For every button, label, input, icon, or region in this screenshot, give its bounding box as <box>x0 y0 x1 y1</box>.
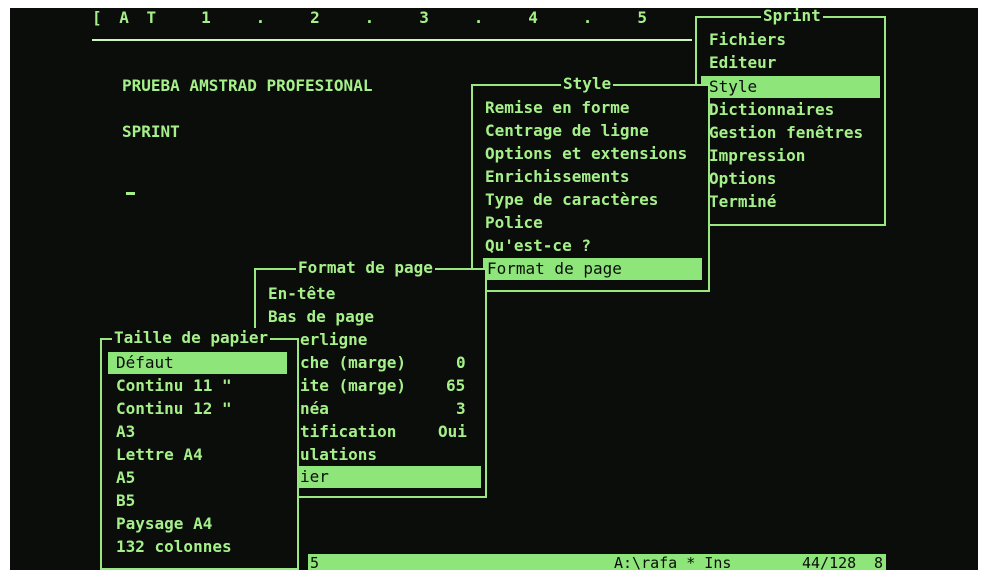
paper-item-continu-11[interactable]: Continu 11 " <box>116 376 232 396</box>
format-item-bas-de-page[interactable]: Bas de page <box>268 307 374 327</box>
paper-item-a3[interactable]: A3 <box>116 422 135 442</box>
format-item-justification[interactable]: tification <box>300 422 396 442</box>
format-menu-title: Format de page <box>296 258 435 277</box>
format-item-marge-gauche[interactable]: che (marge) <box>300 353 406 373</box>
taille-de-papier-menu: Taille de papier Défaut Continu 11 " Con… <box>100 328 299 570</box>
style-menu: Style Remise en forme Centrage de ligne … <box>471 74 710 292</box>
status-position: 44/128 <box>802 554 857 570</box>
format-value-justification: Oui <box>438 422 467 441</box>
menu-item-termine[interactable]: Terminé <box>709 192 776 212</box>
menu-item-remise-en-forme[interactable]: Remise en forme <box>485 98 630 118</box>
paper-item-defaut[interactable]: Défaut <box>116 353 174 373</box>
menu-item-editeur[interactable]: Editeur <box>709 53 776 73</box>
menu-item-style[interactable]: Style <box>709 77 757 97</box>
style-menu-title: Style <box>561 74 614 93</box>
menu-item-dictionnaires[interactable]: Dictionnaires <box>709 100 834 120</box>
ruler-underline <box>92 39 692 41</box>
menu-item-type-de-caracteres[interactable]: Type de caractères <box>485 190 658 210</box>
format-item-en-tete[interactable]: En-tête <box>268 284 335 304</box>
format-value-marge-droite: 65 <box>446 376 466 395</box>
paper-item-b5[interactable]: B5 <box>116 491 135 511</box>
menu-item-fichiers[interactable]: Fichiers <box>709 30 786 50</box>
terminal-screen: [ A T 1 . 2 . 3 . 4 . 5 . PRUEBA AMSTRAD… <box>10 8 978 570</box>
menu-item-quest-ce[interactable]: Qu'est-ce ? <box>485 236 591 256</box>
paper-item-paysage-a4[interactable]: Paysage A4 <box>116 514 212 534</box>
menu-item-options[interactable]: Options <box>709 169 776 189</box>
status-left: 5 <box>310 554 320 570</box>
status-right: 8 <box>874 554 884 570</box>
status-bar: 5 A:\rafa * Ins 44/128 8 <box>308 554 886 570</box>
format-value-alinea: 3 <box>456 399 466 418</box>
menu-item-centrage-de-ligne[interactable]: Centrage de ligne <box>485 121 649 141</box>
paper-item-a5[interactable]: A5 <box>116 468 135 488</box>
format-item-interligne[interactable]: erligne <box>300 330 367 350</box>
ruler: [ A T 1 . 2 . 3 . 4 . 5 . <box>92 8 706 27</box>
paper-item-132-colonnes[interactable]: 132 colonnes <box>116 537 232 557</box>
format-item-alinea[interactable]: néa <box>300 399 329 419</box>
menu-item-format-de-page[interactable]: Format de page <box>487 259 622 279</box>
format-item-tabulations[interactable]: ulations <box>300 445 377 465</box>
menu-item-options-et-extensions[interactable]: Options et extensions <box>485 144 687 164</box>
document-line-1: PRUEBA AMSTRAD PROFESIONAL <box>122 76 373 95</box>
format-item-papier[interactable]: ier <box>300 467 329 487</box>
format-value-marge-gauche: 0 <box>456 353 466 372</box>
menu-item-police[interactable]: Police <box>485 213 543 233</box>
paper-item-continu-12[interactable]: Continu 12 " <box>116 399 232 419</box>
menu-item-impression[interactable]: Impression <box>709 146 805 166</box>
paper-item-lettre-a4[interactable]: Lettre A4 <box>116 445 203 465</box>
sprint-menu-title: Sprint <box>761 8 823 25</box>
text-cursor <box>126 192 135 195</box>
format-item-marge-droite[interactable]: ite (marge) <box>300 376 406 396</box>
menu-item-enrichissements[interactable]: Enrichissements <box>485 167 630 187</box>
document-line-2: SPRINT <box>122 122 180 141</box>
sprint-menu: Sprint Fichiers Editeur Style Dictionnai… <box>695 8 886 226</box>
menu-item-gestion-fenetres[interactable]: Gestion fenêtres <box>709 123 863 143</box>
status-path: A:\rafa * Ins <box>614 554 732 570</box>
paper-menu-title: Taille de papier <box>112 328 271 347</box>
